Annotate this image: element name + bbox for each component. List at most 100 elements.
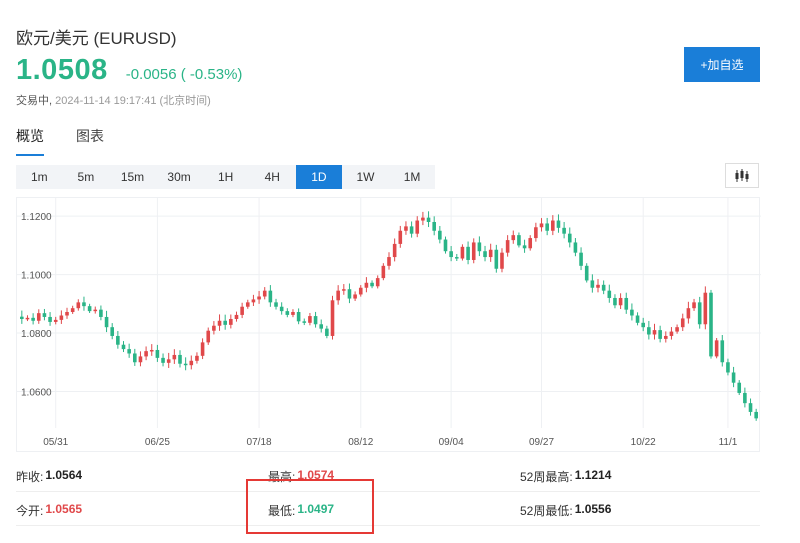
- stat-value: 1.0565: [45, 502, 83, 516]
- candle-body: [731, 372, 736, 383]
- stats-row: 今开: 1.0565 最低: 1.0497 52周最低: 1.0556: [16, 492, 760, 526]
- candle-body: [635, 315, 640, 323]
- candle-body: [149, 349, 154, 352]
- candle-body: [743, 392, 747, 404]
- add-to-watchlist-button[interactable]: +加自选: [684, 47, 760, 82]
- candle-body: [206, 330, 211, 343]
- candle-body: [285, 311, 290, 315]
- candle-body: [630, 309, 634, 316]
- candle-body: [709, 292, 713, 357]
- candle-body: [579, 252, 583, 266]
- y-tick-label: 1.1000: [21, 271, 52, 282]
- candle-body: [166, 359, 171, 363]
- candle-body: [438, 230, 442, 240]
- candle-body: [133, 353, 137, 363]
- candle-body: [178, 354, 182, 364]
- candle-body: [82, 302, 86, 307]
- current-price: 1.0508: [16, 54, 108, 86]
- period-1d[interactable]: 1D: [295, 165, 343, 189]
- x-tick-label: 07/18: [247, 437, 272, 448]
- candle-body: [562, 227, 566, 234]
- stat-prev-close: 昨收: 1.0564: [16, 468, 82, 485]
- candlestick-icon: [735, 168, 749, 182]
- candle-body: [20, 316, 24, 320]
- period-4h[interactable]: 4H: [249, 165, 296, 189]
- candle-body: [556, 220, 561, 228]
- candle-body: [460, 246, 465, 259]
- candle-body: [669, 331, 674, 336]
- candle-body: [421, 217, 425, 221]
- candle-body: [409, 226, 414, 234]
- x-tick-label: 06/25: [145, 437, 170, 448]
- chart-type-toggle-button[interactable]: [725, 163, 759, 188]
- instrument-title: 欧元/美元 (EURUSD): [16, 29, 177, 48]
- stat-label: 52周最高:: [520, 470, 573, 484]
- view-tabs: 概览 图表: [16, 126, 104, 156]
- candle-body: [212, 325, 216, 331]
- candle-body: [234, 314, 239, 320]
- candle-body: [144, 351, 148, 357]
- candle-body: [748, 403, 753, 412]
- candle-body: [449, 251, 453, 258]
- candle-body: [195, 355, 199, 361]
- y-tick-label: 1.1200: [21, 212, 52, 223]
- period-15m[interactable]: 15m: [109, 165, 156, 189]
- y-tick-label: 1.0800: [21, 329, 52, 340]
- candle-body: [381, 265, 386, 279]
- candle-body: [613, 297, 617, 306]
- candle-body: [223, 320, 227, 325]
- candle-body: [87, 306, 92, 312]
- period-1h[interactable]: 1H: [202, 165, 249, 189]
- x-tick-label: 11/1: [719, 437, 738, 448]
- candle-body: [737, 382, 742, 393]
- period-30m[interactable]: 30m: [156, 165, 203, 189]
- candle-body: [392, 243, 397, 258]
- candle-body: [551, 220, 555, 231]
- candle-body: [404, 226, 408, 231]
- candle-body: [25, 317, 30, 320]
- candle-body: [364, 282, 369, 288]
- candle-body: [375, 278, 380, 287]
- trading-status-label: 交易中,: [16, 95, 53, 107]
- candle-body: [274, 302, 278, 307]
- candle-body: [517, 235, 521, 246]
- candle-body: [505, 240, 510, 253]
- candle-body: [268, 290, 273, 303]
- candle-body: [466, 246, 470, 260]
- candle-body: [663, 335, 668, 339]
- candle-body: [370, 282, 374, 287]
- stat-open: 今开: 1.0565: [16, 502, 82, 519]
- candle-body: [110, 327, 115, 336]
- candle-body: [443, 239, 448, 252]
- x-tick-label: 05/31: [43, 437, 68, 448]
- candle-body: [36, 313, 41, 321]
- period-1w[interactable]: 1W: [342, 165, 389, 189]
- candle-body: [138, 356, 143, 363]
- candle-body: [624, 297, 629, 310]
- candle-body: [567, 233, 572, 243]
- candle-body: [686, 308, 691, 319]
- candle-body: [754, 411, 758, 419]
- stat-52w-low: 52周最低: 1.0556: [520, 502, 611, 519]
- candle-body: [432, 221, 436, 231]
- candle-body: [590, 280, 595, 288]
- trading-status: 交易中, 2024-11-14 19:17:41 (北京时间): [16, 92, 211, 108]
- tab-chart[interactable]: 图表: [76, 126, 104, 156]
- candle-body: [545, 223, 549, 231]
- tab-overview[interactable]: 概览: [16, 126, 44, 156]
- period-1m[interactable]: 1m: [16, 165, 63, 189]
- candle-body: [251, 299, 256, 303]
- candle-body: [104, 316, 109, 328]
- candle-body: [257, 296, 261, 300]
- candle-body: [183, 363, 188, 366]
- price-chart[interactable]: 1.1200 1.1000 1.0800 1.0600 05/31 06/25 07/18 0…: [16, 197, 761, 452]
- period-5m[interactable]: 5m: [63, 165, 110, 189]
- candle-body: [172, 354, 177, 360]
- period-1mo[interactable]: 1M: [389, 165, 436, 189]
- stat-label: 今开:: [16, 504, 44, 518]
- candle-body: [279, 306, 284, 312]
- candle-body: [720, 340, 725, 363]
- candle-body: [59, 315, 64, 320]
- annotation-highlight-box: [246, 479, 374, 534]
- candle-body: [48, 316, 52, 322]
